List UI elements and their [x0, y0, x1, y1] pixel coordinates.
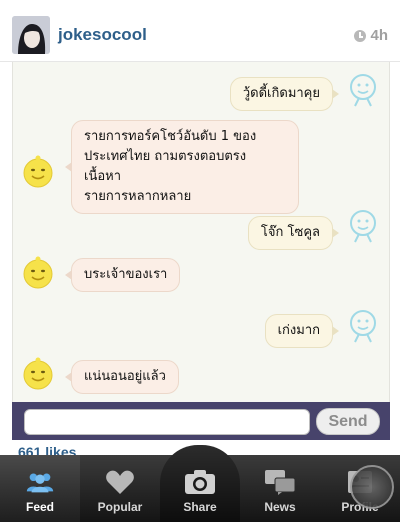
simsimi-icon [23, 256, 53, 289]
message-bubble-left: แน่นอนอยู่แล้ว [65, 360, 179, 394]
message-input-bar: Send [12, 402, 390, 440]
post-timestamp: 4h [354, 27, 388, 44]
likes-count[interactable]: 661 likes [18, 444, 76, 455]
simsimi-icon [23, 155, 53, 188]
simsimi-icon [23, 357, 53, 390]
chat-image: วู้ดดี้เกิดมาคุย รายการทอร์คโชว์อันดับ 1… [12, 62, 390, 402]
tab-share[interactable]: Share [160, 445, 240, 522]
tab-label: Share [183, 500, 217, 514]
simsimi-outline-icon [350, 210, 376, 243]
post-header: jokesocool 4h [0, 0, 400, 62]
avatar[interactable] [12, 16, 50, 54]
send-button[interactable]: Send [316, 408, 380, 435]
tab-label: Popular [97, 500, 143, 514]
message-bubble-right: โจ๊ก โซคูล [247, 216, 340, 250]
tab-label: Feed [25, 500, 54, 514]
message-bubble-left: บระเจ้าของเรา [64, 258, 181, 292]
tab-label: News [264, 500, 296, 514]
simsimi-outline-icon [350, 310, 376, 343]
tab-feed[interactable]: Feed [0, 455, 80, 522]
clock-icon [354, 29, 367, 42]
tab-popular[interactable]: Popular [80, 455, 160, 522]
bottom-tab-bar: Feed Popular Share News Profile [0, 445, 400, 522]
assistive-touch-button[interactable] [350, 465, 394, 509]
message-bubble-left: รายการทอร์คโชว์อันดับ 1 ของ ประเทศไทย ถา… [65, 120, 299, 214]
tab-news[interactable]: News [240, 455, 320, 522]
simsimi-outline-icon [350, 74, 376, 107]
people-icon [24, 469, 56, 495]
message-bubble-right: เก่งมาก [264, 314, 340, 348]
message-bubble-right: วู้ดดี้เกิดมาคุย [229, 77, 340, 111]
heart-icon [104, 469, 136, 495]
message-text: รายการทอร์คโชว์อันดับ 1 ของ ประเทศไทย ถา… [84, 129, 257, 204]
speech-bubbles-icon [264, 469, 296, 495]
message-input[interactable] [24, 409, 310, 435]
camera-icon [184, 469, 216, 495]
username-link[interactable]: jokesocool [58, 25, 147, 45]
time-ago: 4h [370, 27, 388, 44]
avatar-image-icon [12, 16, 50, 54]
